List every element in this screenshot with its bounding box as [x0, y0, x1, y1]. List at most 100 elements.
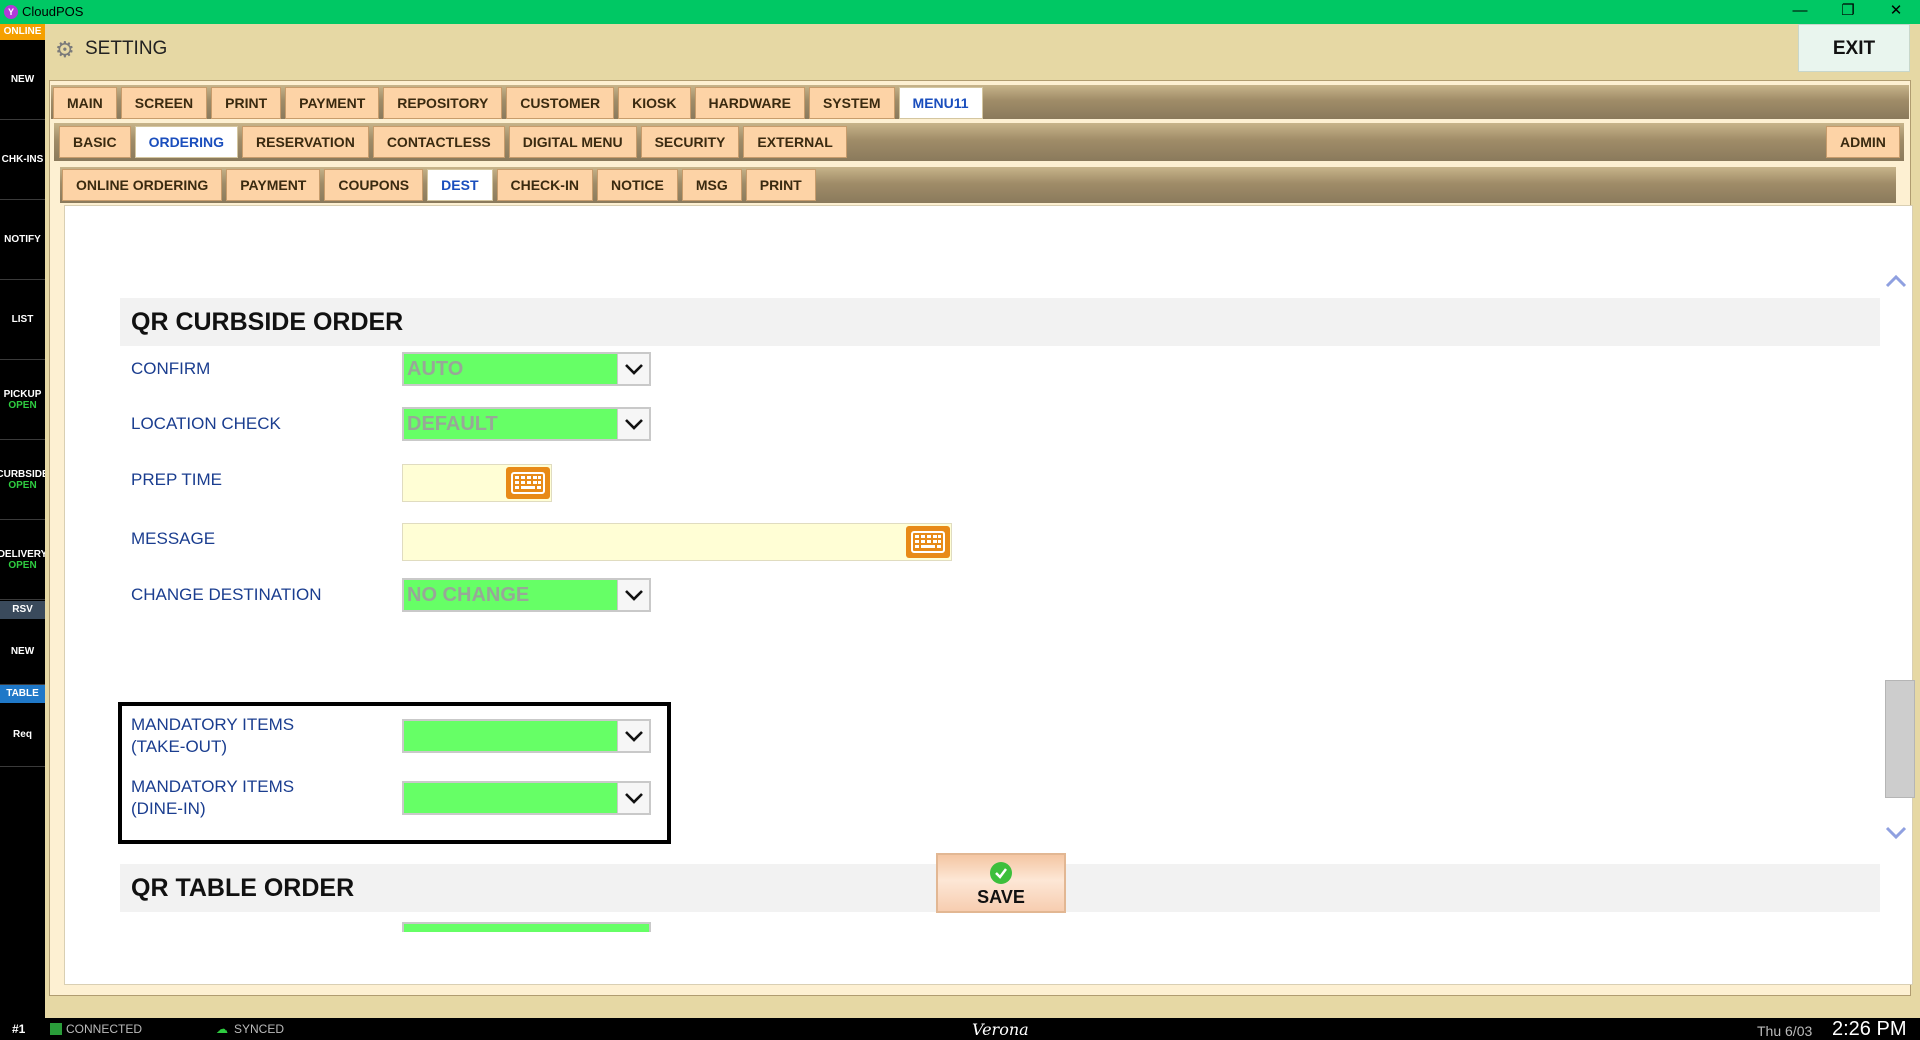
sidebar-item-label: Req — [13, 729, 32, 740]
settings-frame: MAIN SCREEN PRINT PAYMENT REPOSITORY CUS… — [45, 76, 1920, 1018]
prep-time-input[interactable] — [402, 464, 552, 502]
save-button[interactable]: SAVE — [936, 853, 1066, 913]
tab-check-in[interactable]: CHECK-IN — [496, 169, 593, 201]
page-header: ⚙ SETTING EXIT — [45, 24, 1920, 76]
tab-system[interactable]: SYSTEM — [808, 87, 895, 119]
tab-external[interactable]: EXTERNAL — [743, 126, 847, 158]
chevron-down-icon — [617, 580, 649, 610]
tab-admin[interactable]: ADMIN — [1826, 126, 1900, 158]
tab-menu11[interactable]: MENU11 — [898, 87, 983, 119]
tab-notice[interactable]: NOTICE — [596, 169, 678, 201]
sidebar-item-label: LIST — [11, 314, 34, 325]
tab-screen[interactable]: SCREEN — [120, 87, 208, 119]
sidebar-item-label: PICKUP — [3, 388, 42, 400]
main-tabs: MAIN SCREEN PRINT PAYMENT REPOSITORY CUS… — [53, 87, 987, 119]
tab-ordering[interactable]: ORDERING — [134, 126, 239, 158]
sidebar-item-status: OPEN — [8, 559, 37, 571]
tab-basic[interactable]: BASIC — [59, 126, 131, 158]
confirm-select[interactable]: AUTO — [402, 352, 651, 386]
tab-print-sub[interactable]: PRINT — [745, 169, 816, 201]
tab-msg[interactable]: MSG — [681, 169, 742, 201]
tab-online-ordering[interactable]: ONLINE ORDERING — [62, 169, 223, 201]
app-window: Y CloudPOS — ❐ ✕ ONLINE NEW CHK-INS NOTI… — [0, 0, 1920, 1040]
app-title: CloudPOS — [22, 4, 84, 19]
tab-hardware[interactable]: HARDWARE — [694, 87, 805, 119]
tab-dest[interactable]: DEST — [427, 169, 493, 201]
mandatory-dinein-select[interactable] — [402, 781, 651, 815]
location-check-label: LOCATION CHECK — [131, 414, 281, 433]
station-number: #1 — [12, 1022, 26, 1036]
status-date: Thu 6/03 — [1757, 1023, 1813, 1039]
app-logo-icon: Y — [4, 5, 18, 19]
dest-settings-content: QR CURBSIDE ORDER CONFIRM AUTO LOCATION … — [64, 205, 1915, 985]
sidebar-item-list[interactable]: LIST — [0, 280, 45, 360]
tab-customer[interactable]: CUSTOMER — [506, 87, 615, 119]
confirm-value: AUTO — [407, 358, 464, 380]
online-badge: ONLINE — [0, 24, 45, 40]
tab-print[interactable]: PRINT — [211, 87, 282, 119]
status-time: 2:26 PM — [1832, 1018, 1907, 1040]
tab-payment[interactable]: PAYMENT — [285, 87, 380, 119]
status-bar: #1 CONNECTED ☁ SYNCED Verona Thu 6/03 2:… — [0, 1018, 1920, 1040]
tab-repository[interactable]: REPOSITORY — [383, 87, 503, 119]
minimize-button[interactable]: — — [1780, 1, 1820, 23]
tab-coupons[interactable]: COUPONS — [324, 169, 424, 201]
connection-icon — [50, 1023, 62, 1035]
tab-kiosk[interactable]: KIOSK — [618, 87, 691, 119]
sidebar-item-rsv-new[interactable]: NEW — [0, 619, 45, 685]
restore-button[interactable]: ❐ — [1828, 1, 1868, 23]
third-tabs: ONLINE ORDERING PAYMENT COUPONS DEST CHE… — [62, 169, 820, 201]
sidebar-item-status: OPEN — [8, 479, 37, 491]
tab-contactless[interactable]: CONTACTLESS — [372, 126, 505, 158]
connection-status: CONNECTED — [66, 1022, 143, 1036]
table-badge: TABLE — [0, 685, 45, 703]
rsv-badge: RSV — [0, 601, 45, 619]
scrollbar-thumb[interactable] — [1885, 680, 1915, 798]
sidebar: ONLINE NEW CHK-INS NOTIFY LIST PICKUP OP… — [0, 24, 45, 1018]
sidebar-item-label: DELIVERY — [0, 548, 45, 560]
sidebar-item-chk-ins[interactable]: CHK-INS — [0, 120, 45, 200]
message-input[interactable] — [402, 523, 952, 561]
location-check-value: DEFAULT — [407, 413, 498, 435]
sidebar-item-status: OPEN — [8, 399, 37, 411]
sidebar-item-req[interactable]: Req — [0, 703, 45, 767]
tab-reservation[interactable]: RESERVATION — [242, 126, 369, 158]
tab-digital-menu[interactable]: DIGITAL MENU — [508, 126, 637, 158]
table-order-select-partial[interactable] — [402, 922, 651, 932]
scroll-up-icon[interactable] — [1884, 270, 1908, 294]
change-destination-value: NO CHANGE — [407, 584, 530, 606]
sync-status: SYNCED — [234, 1022, 285, 1036]
sidebar-item-pickup[interactable]: PICKUP OPEN — [0, 360, 45, 440]
sidebar-item-delivery[interactable]: DELIVERY OPEN — [0, 520, 45, 600]
sidebar-item-label: CURBSIDE — [0, 468, 45, 480]
settings-panel: MAIN SCREEN PRINT PAYMENT REPOSITORY CUS… — [49, 80, 1915, 996]
mandatory-takeout-label-line2: (TAKE-OUT) — [131, 737, 228, 756]
sidebar-item-label: CHK-INS — [1, 154, 44, 165]
exit-button[interactable]: EXIT — [1798, 24, 1910, 72]
tab-payment-sub[interactable]: PAYMENT — [226, 169, 321, 201]
chevron-down-icon — [617, 409, 649, 439]
sub-tabs: BASIC ORDERING RESERVATION CONTACTLESS D… — [59, 126, 851, 158]
confirm-label: CONFIRM — [131, 359, 211, 378]
sidebar-item-curbside[interactable]: CURBSIDE OPEN — [0, 440, 45, 520]
sync-icon: ☁ — [216, 1022, 228, 1036]
close-button[interactable]: ✕ — [1876, 1, 1916, 23]
scroll-down-icon[interactable] — [1884, 820, 1908, 844]
save-label: SAVE — [977, 887, 1025, 907]
chevron-down-icon — [617, 721, 649, 751]
mandatory-takeout-label-line1: MANDATORY ITEMS — [131, 715, 295, 734]
sidebar-item-label: NEW — [10, 74, 35, 85]
keyboard-icon[interactable] — [906, 526, 950, 558]
tab-main[interactable]: MAIN — [53, 87, 117, 119]
mandatory-takeout-label: MANDATORY ITEMS (TAKE-OUT) — [131, 714, 294, 758]
message-label: MESSAGE — [131, 529, 216, 548]
admin-tab-wrapper: ADMIN — [1826, 126, 1904, 158]
location-check-select[interactable]: DEFAULT — [402, 407, 651, 441]
mandatory-takeout-select[interactable] — [402, 719, 651, 753]
sidebar-item-notify[interactable]: NOTIFY — [0, 200, 45, 280]
sidebar-item-new[interactable]: NEW — [0, 40, 45, 120]
keyboard-icon[interactable] — [506, 467, 550, 499]
tab-security[interactable]: SECURITY — [640, 126, 740, 158]
change-destination-label: CHANGE DESTINATION — [131, 585, 322, 604]
change-destination-select[interactable]: NO CHANGE — [402, 578, 651, 612]
